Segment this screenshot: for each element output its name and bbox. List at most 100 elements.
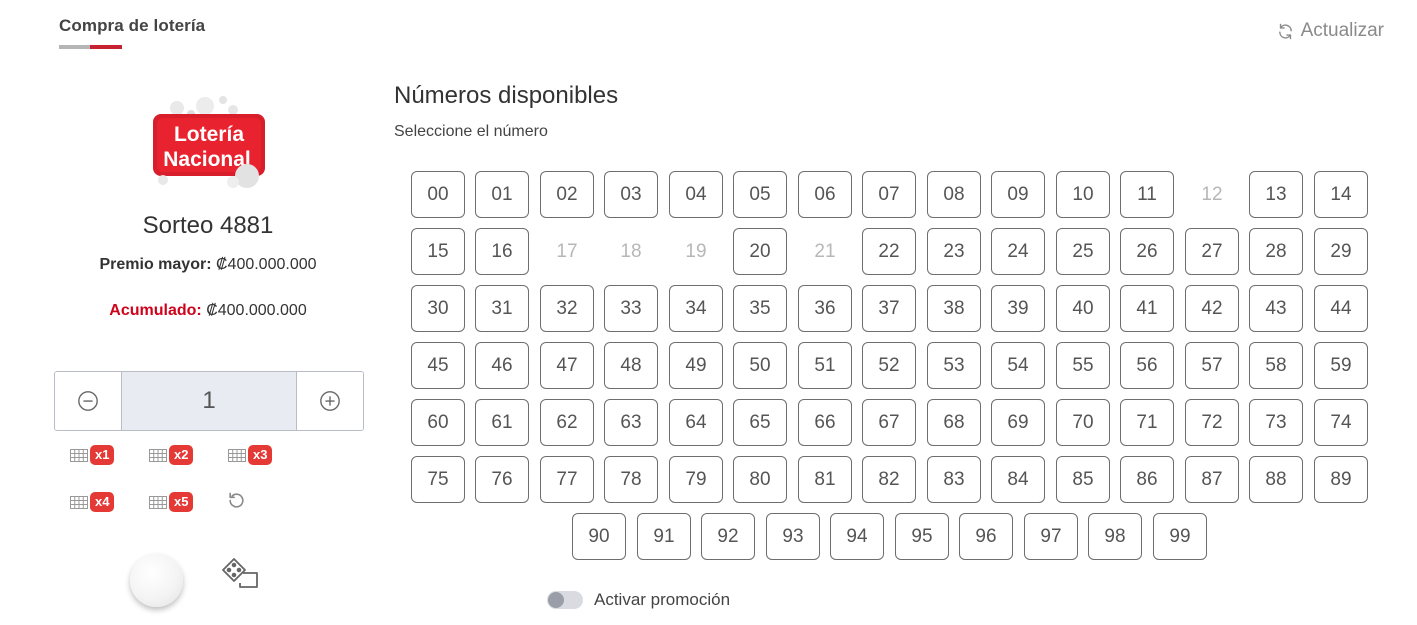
- number-43-button[interactable]: 43: [1249, 285, 1303, 332]
- number-45-button[interactable]: 45: [411, 342, 465, 389]
- number-66-button[interactable]: 66: [798, 399, 852, 446]
- multiplier-x5-button[interactable]: x5: [149, 492, 194, 512]
- random-dice-button[interactable]: [220, 557, 260, 596]
- number-50-button[interactable]: 50: [733, 342, 787, 389]
- number-28-button[interactable]: 28: [1249, 228, 1303, 275]
- number-05-button[interactable]: 05: [733, 171, 787, 218]
- number-62-button[interactable]: 62: [540, 399, 594, 446]
- number-58-button[interactable]: 58: [1249, 342, 1303, 389]
- increment-button[interactable]: [297, 372, 363, 430]
- multiplier-x4-button[interactable]: x4: [70, 492, 115, 512]
- number-93-button[interactable]: 93: [766, 513, 820, 560]
- number-94-button[interactable]: 94: [830, 513, 884, 560]
- number-27-button[interactable]: 27: [1185, 228, 1239, 275]
- quantity-value[interactable]: 1: [121, 372, 297, 430]
- number-06-button[interactable]: 06: [798, 171, 852, 218]
- number-22-button[interactable]: 22: [862, 228, 916, 275]
- number-55-button[interactable]: 55: [1056, 342, 1110, 389]
- number-81-button[interactable]: 81: [798, 456, 852, 503]
- number-34-button[interactable]: 34: [669, 285, 723, 332]
- number-20-button[interactable]: 20: [733, 228, 787, 275]
- number-89-button[interactable]: 89: [1314, 456, 1368, 503]
- number-76-button[interactable]: 76: [475, 456, 529, 503]
- number-48-button[interactable]: 48: [604, 342, 658, 389]
- number-24-button[interactable]: 24: [991, 228, 1045, 275]
- random-ball-button[interactable]: [130, 554, 183, 607]
- tab-compra-loteria[interactable]: Compra de lotería: [59, 16, 205, 36]
- multiplier-x3-button[interactable]: x3: [228, 445, 273, 465]
- number-42-button[interactable]: 42: [1185, 285, 1239, 332]
- number-77-button[interactable]: 77: [540, 456, 594, 503]
- number-33-button[interactable]: 33: [604, 285, 658, 332]
- number-52-button[interactable]: 52: [862, 342, 916, 389]
- number-73-button[interactable]: 73: [1249, 399, 1303, 446]
- number-00-button[interactable]: 00: [411, 171, 465, 218]
- number-71-button[interactable]: 71: [1120, 399, 1174, 446]
- number-53-button[interactable]: 53: [927, 342, 981, 389]
- number-65-button[interactable]: 65: [733, 399, 787, 446]
- number-41-button[interactable]: 41: [1120, 285, 1174, 332]
- reset-button[interactable]: [227, 491, 246, 515]
- number-54-button[interactable]: 54: [991, 342, 1045, 389]
- number-14-button[interactable]: 14: [1314, 171, 1368, 218]
- number-09-button[interactable]: 09: [991, 171, 1045, 218]
- number-23-button[interactable]: 23: [927, 228, 981, 275]
- number-30-button[interactable]: 30: [411, 285, 465, 332]
- number-86-button[interactable]: 86: [1120, 456, 1174, 503]
- number-07-button[interactable]: 07: [862, 171, 916, 218]
- number-79-button[interactable]: 79: [669, 456, 723, 503]
- number-44-button[interactable]: 44: [1314, 285, 1368, 332]
- multiplier-x2-button[interactable]: x2: [149, 445, 194, 465]
- number-82-button[interactable]: 82: [862, 456, 916, 503]
- number-10-button[interactable]: 10: [1056, 171, 1110, 218]
- number-88-button[interactable]: 88: [1249, 456, 1303, 503]
- number-96-button[interactable]: 96: [959, 513, 1013, 560]
- number-95-button[interactable]: 95: [895, 513, 949, 560]
- number-46-button[interactable]: 46: [475, 342, 529, 389]
- number-70-button[interactable]: 70: [1056, 399, 1110, 446]
- number-49-button[interactable]: 49: [669, 342, 723, 389]
- number-16-button[interactable]: 16: [475, 228, 529, 275]
- number-74-button[interactable]: 74: [1314, 399, 1368, 446]
- number-84-button[interactable]: 84: [991, 456, 1045, 503]
- number-39-button[interactable]: 39: [991, 285, 1045, 332]
- number-72-button[interactable]: 72: [1185, 399, 1239, 446]
- number-75-button[interactable]: 75: [411, 456, 465, 503]
- number-59-button[interactable]: 59: [1314, 342, 1368, 389]
- number-37-button[interactable]: 37: [862, 285, 916, 332]
- number-64-button[interactable]: 64: [669, 399, 723, 446]
- number-60-button[interactable]: 60: [411, 399, 465, 446]
- refresh-button[interactable]: Actualizar: [1277, 20, 1384, 42]
- number-29-button[interactable]: 29: [1314, 228, 1368, 275]
- number-80-button[interactable]: 80: [733, 456, 787, 503]
- number-91-button[interactable]: 91: [637, 513, 691, 560]
- number-25-button[interactable]: 25: [1056, 228, 1110, 275]
- number-51-button[interactable]: 51: [798, 342, 852, 389]
- number-36-button[interactable]: 36: [798, 285, 852, 332]
- number-15-button[interactable]: 15: [411, 228, 465, 275]
- number-90-button[interactable]: 90: [572, 513, 626, 560]
- number-56-button[interactable]: 56: [1120, 342, 1174, 389]
- number-61-button[interactable]: 61: [475, 399, 529, 446]
- number-11-button[interactable]: 11: [1120, 171, 1174, 218]
- number-38-button[interactable]: 38: [927, 285, 981, 332]
- number-97-button[interactable]: 97: [1024, 513, 1078, 560]
- number-68-button[interactable]: 68: [927, 399, 981, 446]
- number-92-button[interactable]: 92: [701, 513, 755, 560]
- number-40-button[interactable]: 40: [1056, 285, 1110, 332]
- number-99-button[interactable]: 99: [1153, 513, 1207, 560]
- number-01-button[interactable]: 01: [475, 171, 529, 218]
- number-26-button[interactable]: 26: [1120, 228, 1174, 275]
- number-04-button[interactable]: 04: [669, 171, 723, 218]
- number-35-button[interactable]: 35: [733, 285, 787, 332]
- number-83-button[interactable]: 83: [927, 456, 981, 503]
- number-31-button[interactable]: 31: [475, 285, 529, 332]
- number-67-button[interactable]: 67: [862, 399, 916, 446]
- number-78-button[interactable]: 78: [604, 456, 658, 503]
- number-08-button[interactable]: 08: [927, 171, 981, 218]
- decrement-button[interactable]: [55, 372, 121, 430]
- number-98-button[interactable]: 98: [1088, 513, 1142, 560]
- number-69-button[interactable]: 69: [991, 399, 1045, 446]
- number-85-button[interactable]: 85: [1056, 456, 1110, 503]
- multiplier-x1-button[interactable]: x1: [70, 445, 115, 465]
